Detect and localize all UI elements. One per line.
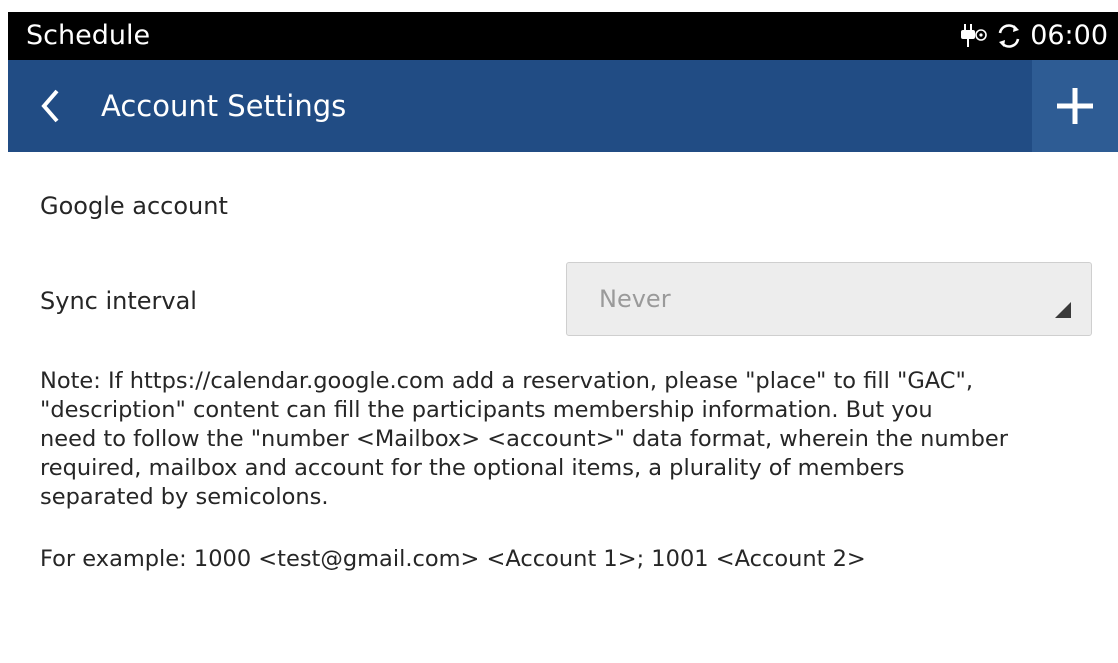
- chevron-left-icon: [41, 89, 59, 123]
- add-account-button[interactable]: [1032, 60, 1118, 152]
- sync-icon: [994, 21, 1024, 51]
- sync-interval-label: Sync interval: [40, 287, 197, 315]
- example-text: For example: 1000 <test@gmail.com> <Acco…: [40, 546, 866, 572]
- note-line: separated by semicolons.: [40, 484, 329, 510]
- action-bar: Account Settings: [8, 60, 1118, 152]
- note-line: need to follow the "number <Mailbox> <ac…: [40, 426, 1008, 452]
- page-title: Account Settings: [101, 89, 347, 123]
- note-line: Note: If https://calendar.google.com add…: [40, 368, 974, 394]
- sync-interval-select[interactable]: Never: [566, 262, 1092, 336]
- plus-icon: [1057, 88, 1093, 124]
- status-bar-title: Schedule: [26, 20, 151, 51]
- google-account-label: Google account: [40, 192, 228, 220]
- note-line: "description" content can fill the parti…: [40, 397, 933, 423]
- status-bar: Schedule 06:00: [8, 12, 1118, 60]
- back-button[interactable]: [28, 82, 76, 130]
- charging-icon: [958, 21, 988, 51]
- note-line: required, mailbox and account for the op…: [40, 455, 905, 481]
- dropdown-arrow-icon: [1055, 302, 1071, 318]
- status-bar-indicators: 06:00: [958, 19, 1108, 53]
- sync-note: Note: If https://calendar.google.com add…: [40, 367, 1118, 512]
- sync-interval-value: Never: [599, 285, 671, 313]
- status-time: 06:00: [1030, 20, 1108, 51]
